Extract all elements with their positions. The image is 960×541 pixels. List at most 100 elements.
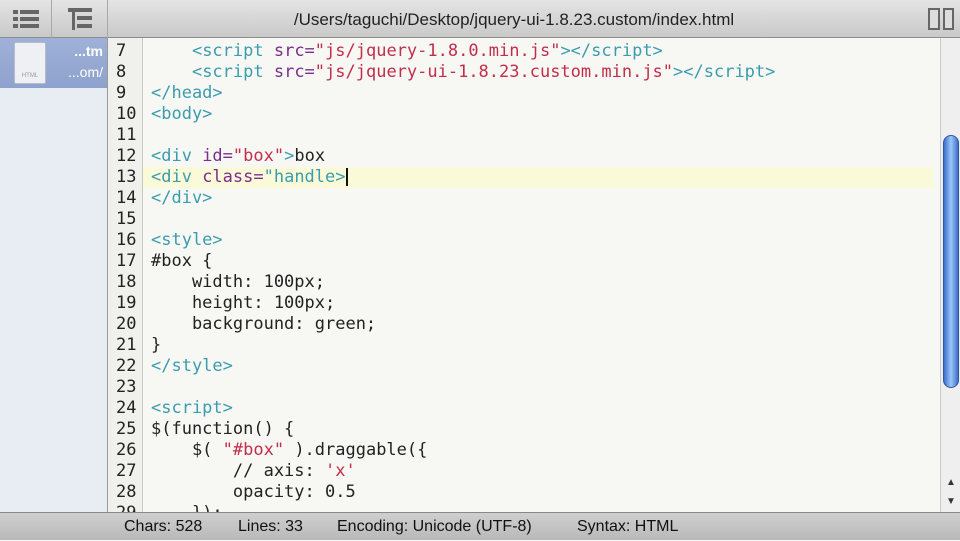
- code-line[interactable]: [143, 125, 933, 146]
- line-number: 7: [116, 41, 127, 61]
- code-line[interactable]: $(function() {: [143, 419, 933, 440]
- code-line[interactable]: <script>: [143, 398, 933, 419]
- scrollbar-thumb[interactable]: [943, 135, 959, 388]
- file-name-line1: ...tm: [74, 43, 103, 59]
- code-token: }: [151, 335, 162, 355]
- line-number: 11: [116, 125, 137, 145]
- code-token: height: 100px;: [151, 293, 336, 313]
- code-token: "#box": [222, 440, 285, 460]
- line-number: 23: [116, 377, 137, 397]
- code-token: });: [151, 503, 223, 512]
- code-token: $(function() {: [151, 419, 295, 439]
- line-number-gutter: 7 8 9 10 11 12 13 14 15 16 17 18 19 20 21 22 23 24 25 26 27 2…: [108, 38, 143, 523]
- line-number: 12: [116, 146, 137, 166]
- html-file-icon: HTML: [14, 42, 46, 84]
- code-line[interactable]: #box {: [143, 251, 933, 272]
- split-view-icon[interactable]: [928, 8, 954, 30]
- code-line[interactable]: </style>: [143, 356, 933, 377]
- line-number: 27: [116, 461, 137, 481]
- code-line[interactable]: <div id="box">box: [143, 146, 933, 167]
- line-number: 21: [116, 335, 137, 355]
- code-line[interactable]: [143, 209, 933, 230]
- code-token: #box {: [151, 251, 213, 271]
- line-number: 17: [116, 251, 137, 271]
- code-token: >: [284, 146, 295, 166]
- line-number: 22: [116, 356, 137, 376]
- line-number: 28: [116, 482, 137, 502]
- code-line[interactable]: }: [143, 335, 933, 356]
- code-line[interactable]: $( "#box" ).draggable({: [143, 440, 933, 461]
- code-token: "box": [232, 146, 285, 166]
- code-token: "handle>: [263, 167, 346, 187]
- line-number: 25: [116, 419, 137, 439]
- list-icon: [12, 10, 39, 28]
- code-line[interactable]: <script src="js/jquery-ui-1.8.23.custom.…: [143, 62, 933, 83]
- tree-icon: [67, 8, 92, 30]
- line-number: 8: [116, 62, 127, 82]
- file-name-line2: ...om/: [67, 64, 103, 80]
- line-number: 10: [116, 104, 137, 124]
- code-editor[interactable]: <script src="js/jquery-1.8.0.min.js"></s…: [143, 38, 940, 512]
- scroll-up-icon[interactable]: ▲: [941, 474, 960, 492]
- code-line[interactable]: <body>: [143, 104, 933, 125]
- line-number: 19: [116, 293, 137, 313]
- code-token: <style>: [151, 230, 223, 250]
- code-line[interactable]: width: 100px;: [143, 272, 933, 293]
- sidebar-file-item[interactable]: HTML ...tm ...om/: [0, 38, 107, 88]
- code-token: width: 100px;: [151, 272, 325, 292]
- code-token: "js/jquery-ui-1.8.23.custom.min.js": [314, 62, 674, 82]
- line-number: 24: [116, 398, 137, 418]
- code-token: background: green;: [151, 314, 377, 334]
- code-token: 'x': [325, 461, 356, 481]
- line-number: 15: [116, 209, 137, 229]
- line-number: 26: [116, 440, 137, 460]
- code-token: ></script>: [560, 41, 663, 61]
- scroll-down-icon[interactable]: ▼: [941, 493, 960, 511]
- code-token: <script: [191, 62, 274, 82]
- code-token: box: [294, 146, 326, 166]
- code-line[interactable]: opacity: 0.5: [143, 482, 933, 503]
- code-line[interactable]: <div class="handle>: [143, 167, 933, 188]
- code-line[interactable]: // axis: 'x': [143, 461, 933, 482]
- code-line[interactable]: });: [143, 503, 933, 512]
- code-token: id=: [202, 146, 233, 166]
- code-token: $(: [151, 440, 223, 460]
- file-list-button[interactable]: [0, 0, 52, 38]
- code-token: <div: [151, 167, 203, 187]
- code-token: <body>: [151, 104, 213, 124]
- code-token: "js/jquery-1.8.0.min.js": [314, 41, 561, 61]
- code-token: </div>: [151, 188, 213, 208]
- code-token: class=: [202, 167, 264, 187]
- line-number: 13: [116, 167, 137, 187]
- code-token: src=: [273, 41, 315, 61]
- line-count: Lines: 33: [238, 518, 303, 535]
- syntax[interactable]: Syntax: HTML: [577, 513, 678, 541]
- vertical-scrollbar[interactable]: ▲ ▼: [940, 38, 960, 512]
- encoding[interactable]: Encoding: Unicode (UTF-8): [337, 513, 532, 541]
- code-line[interactable]: height: 100px;: [143, 293, 933, 314]
- file-sidebar: HTML ...tm ...om/: [0, 38, 108, 512]
- text-caret: [345, 168, 348, 186]
- line-number: 14: [116, 188, 137, 208]
- function-list-button[interactable]: [52, 0, 108, 38]
- status-bar: Chars: 528 Lines: 33 Encoding: Unicode (…: [0, 512, 960, 540]
- code-line[interactable]: </head>: [143, 83, 933, 104]
- line-number: 20: [116, 314, 137, 334]
- code-line[interactable]: [143, 377, 933, 398]
- code-token: </head>: [151, 83, 223, 103]
- code-line[interactable]: <style>: [143, 230, 933, 251]
- code-line[interactable]: <script src="js/jquery-1.8.0.min.js"></s…: [143, 41, 933, 62]
- code-token: </style>: [151, 356, 233, 376]
- window-title: /Users/taguchi/Desktop/jquery-ui-1.8.23.…: [293, 10, 735, 29]
- line-number: 18: [116, 272, 137, 292]
- code-line[interactable]: background: green;: [143, 314, 933, 335]
- code-token: src=: [273, 62, 315, 82]
- line-number: 9: [116, 83, 127, 103]
- code-token: ></script>: [673, 62, 776, 82]
- code-line[interactable]: </div>: [143, 188, 933, 209]
- code-token: // axis:: [151, 461, 325, 481]
- code-token: <div: [151, 146, 203, 166]
- line-number: 16: [116, 230, 137, 250]
